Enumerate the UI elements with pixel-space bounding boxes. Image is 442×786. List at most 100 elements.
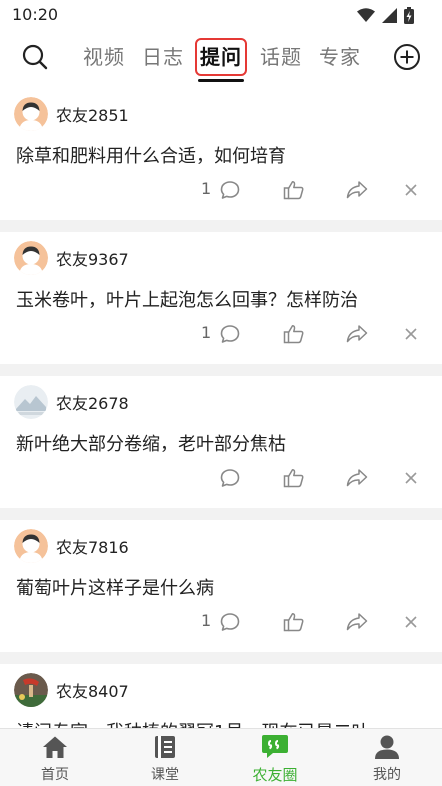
avatar[interactable] — [14, 529, 48, 563]
share-arrow-icon — [346, 181, 368, 199]
avatar[interactable] — [14, 385, 48, 419]
share-arrow-icon — [346, 325, 368, 343]
comment-button[interactable] — [220, 322, 240, 346]
nav-friends-circle[interactable]: 农友圈 — [220, 729, 330, 786]
like-button[interactable] — [283, 466, 305, 490]
comment-icon — [220, 469, 240, 487]
post-actions — [0, 466, 442, 490]
add-circle-icon — [394, 44, 420, 70]
dismiss-button[interactable] — [404, 466, 418, 490]
status-bar: 10:20 — [0, 0, 442, 30]
share-button[interactable] — [346, 322, 368, 346]
nav-mine-label: 我的 — [373, 767, 401, 783]
tab-experts[interactable]: 专家 — [316, 41, 364, 73]
nav-home[interactable]: 首页 — [0, 729, 110, 786]
question-text[interactable]: 请问专家，我种植的翠冠1号，现在已是二叶 — [16, 718, 369, 728]
dismiss-button[interactable] — [404, 178, 418, 202]
dismiss-button[interactable] — [404, 610, 418, 634]
post-actions: 1 — [0, 178, 442, 202]
username: 农友2678 — [56, 394, 129, 413]
status-icons — [357, 5, 414, 25]
chat-quote-icon — [261, 734, 289, 760]
share-button[interactable] — [346, 178, 368, 202]
add-button[interactable] — [392, 42, 422, 72]
avatar[interactable] — [14, 673, 48, 707]
close-icon — [405, 472, 417, 484]
like-button[interactable] — [283, 178, 305, 202]
tab-video[interactable]: 视频 — [80, 41, 128, 73]
post-actions: 1 — [0, 610, 442, 634]
top-nav: 视频 日志 提问 话题 专家 — [0, 30, 442, 88]
share-arrow-icon — [346, 469, 368, 487]
tab-highlight-box — [195, 38, 247, 76]
nav-friends-circle-label: 农友圈 — [252, 766, 298, 784]
person-icon — [373, 734, 401, 760]
thumbs-up-icon — [283, 469, 304, 488]
question-card[interactable]: 农友2851 除草和肥料用什么合适，如何培育 1 — [0, 88, 442, 220]
default-avatar-icon — [14, 241, 48, 275]
active-tab-indicator — [198, 79, 244, 82]
question-card[interactable]: 农友9367 玉米卷叶，叶片上起泡怎么回事？怎样防治 1 — [0, 232, 442, 364]
like-button[interactable] — [283, 610, 305, 634]
dismiss-button[interactable] — [404, 322, 418, 346]
share-button[interactable] — [346, 466, 368, 490]
username: 农友9367 — [56, 250, 129, 269]
comment-count: 1 — [201, 323, 212, 342]
photo-avatar-icon — [14, 673, 48, 707]
thumbs-up-icon — [283, 325, 304, 344]
comment-icon — [220, 613, 240, 631]
thumbs-up-icon — [283, 613, 304, 632]
tab-diary[interactable]: 日志 — [139, 41, 187, 73]
comment-button[interactable] — [220, 178, 240, 202]
search-button[interactable] — [18, 40, 52, 74]
question-text[interactable]: 除草和肥料用什么合适，如何培育 — [16, 142, 286, 168]
question-card[interactable]: 农友7816 葡萄叶片这样子是什么病 1 — [0, 520, 442, 652]
bottom-nav: 首页 课堂 农友圈 我的 — [0, 728, 442, 786]
nav-classroom-label: 课堂 — [151, 767, 179, 783]
close-icon — [405, 616, 417, 628]
close-icon — [405, 328, 417, 340]
nav-home-label: 首页 — [41, 767, 69, 783]
share-arrow-icon — [346, 613, 368, 631]
comment-button[interactable] — [220, 466, 240, 490]
question-card[interactable]: 农友8407 请问专家，我种植的翠冠1号，现在已是二叶 — [0, 664, 442, 728]
default-avatar-icon — [14, 97, 48, 131]
search-icon — [22, 44, 48, 70]
post-author[interactable]: 农友2678 — [14, 384, 129, 420]
post-author[interactable]: 农友7816 — [14, 528, 129, 564]
comment-count: 1 — [201, 611, 212, 630]
question-text[interactable]: 葡萄叶片这样子是什么病 — [16, 574, 214, 600]
default-avatar-icon — [14, 529, 48, 563]
question-feed: 农友2851 除草和肥料用什么合适，如何培育 1 农友9367 玉米卷叶，叶片上… — [0, 88, 442, 728]
status-time: 10:20 — [12, 5, 59, 24]
close-icon — [405, 184, 417, 196]
question-card[interactable]: 农友2678 新叶绝大部分卷缩，老叶部分焦枯 — [0, 376, 442, 508]
post-author[interactable]: 农友2851 — [14, 96, 129, 132]
like-button[interactable] — [283, 322, 305, 346]
avatar[interactable] — [14, 97, 48, 131]
tab-questions[interactable]: 提问 — [195, 38, 247, 76]
book-icon — [151, 734, 179, 760]
question-text[interactable]: 新叶绝大部分卷缩，老叶部分焦枯 — [16, 430, 286, 456]
comment-count: 1 — [201, 179, 212, 198]
battery-charging-icon — [404, 6, 414, 24]
comment-icon — [220, 325, 240, 343]
avatar[interactable] — [14, 241, 48, 275]
username: 农友8407 — [56, 682, 129, 701]
nav-classroom[interactable]: 课堂 — [110, 729, 220, 786]
tab-topics[interactable]: 话题 — [257, 41, 305, 73]
nav-mine[interactable]: 我的 — [332, 729, 442, 786]
post-author[interactable]: 农友9367 — [14, 240, 129, 276]
landscape-avatar-icon — [14, 385, 48, 419]
comment-button[interactable] — [220, 610, 240, 634]
username: 农友2851 — [56, 106, 129, 125]
post-actions: 1 — [0, 322, 442, 346]
username: 农友7816 — [56, 538, 129, 557]
comment-icon — [220, 181, 240, 199]
thumbs-up-icon — [283, 181, 304, 200]
share-button[interactable] — [346, 610, 368, 634]
question-text[interactable]: 玉米卷叶，叶片上起泡怎么回事？怎样防治 — [16, 286, 358, 312]
post-author[interactable]: 农友8407 — [14, 672, 129, 708]
home-icon — [41, 734, 69, 760]
signal-icon — [382, 7, 397, 23]
